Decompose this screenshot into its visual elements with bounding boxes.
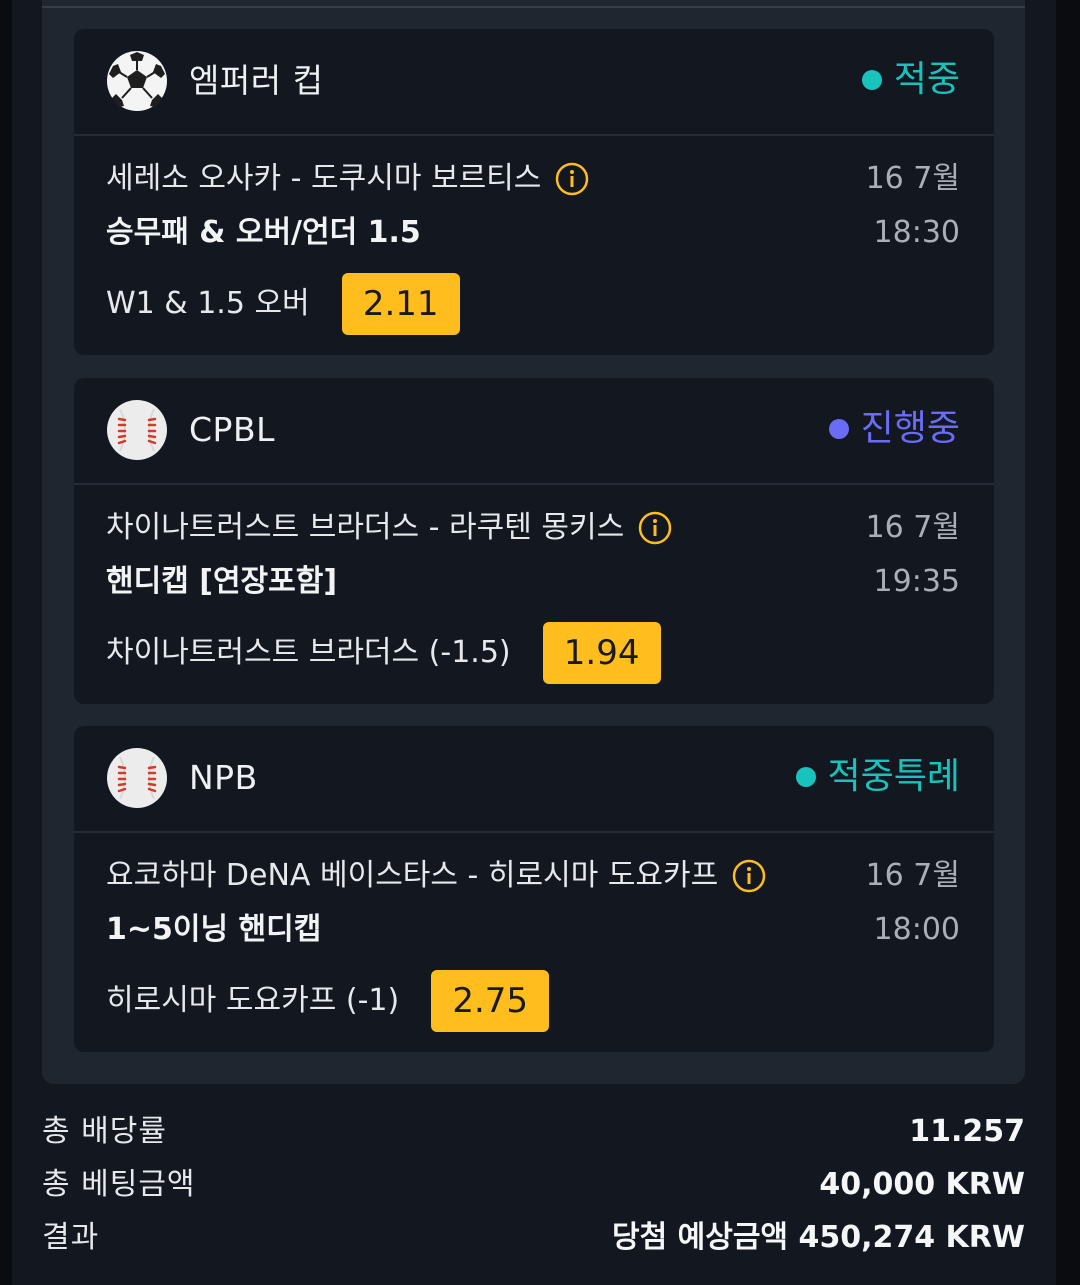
match-teams: 요코하마 DeNA 베이스타스 - 히로시마 도요카프 (106, 858, 719, 893)
selection-row: 히로시마 도요카프 (-1) 2.75 (106, 970, 550, 1032)
bet-card-body: 차이나트러스트 브라더스 - 라쿠텐 몽키스 핸디캡 [연장포함] 16 7월 … (74, 485, 994, 704)
result-label: 결과 (42, 1220, 100, 1255)
status-label: 적중 (893, 59, 960, 100)
pick-label: W1 & 1.5 오버 (106, 286, 310, 321)
market-name: 1~5이닝 핸디캡 (106, 912, 322, 947)
bet-status: 적중특례 (795, 752, 960, 802)
total-stake-row: 총 베팅금액 40,000 KRW (42, 1159, 1025, 1211)
bet-card-header: NPB 적중특례 (74, 726, 994, 833)
info-icon[interactable] (555, 162, 589, 196)
selection-row: W1 & 1.5 오버 2.11 (106, 273, 460, 335)
result-value: 당첨 예상금액 450,274 KRW (611, 1220, 1025, 1255)
total-odds-value: 11.257 (909, 1114, 1025, 1149)
bet-card: CPBL 진행중 차이나트러스트 브라더스 - 라쿠텐 몽키스 핸디캡 [연장포… (74, 378, 994, 704)
match-row: 요코하마 DeNA 베이스타스 - 히로시마 도요카프 (106, 853, 766, 899)
match-date: 16 7월 (865, 510, 960, 545)
pick-label: 차이나트러스트 브라더스 (-1.5) (106, 635, 511, 670)
status-label: 적중특례 (827, 756, 960, 797)
left-edge (0, 0, 12, 1285)
odds-badge: 2.11 (341, 273, 460, 335)
match-teams: 차이나트러스트 브라더스 - 라쿠텐 몽키스 (106, 510, 625, 545)
total-stake-label: 총 베팅금액 (42, 1167, 196, 1202)
pick-label: 히로시마 도요카프 (-1) (106, 983, 400, 1018)
baseball-icon (107, 748, 167, 808)
info-icon[interactable] (638, 511, 672, 545)
match-teams: 세레소 오사카 - 도쿠시마 보르티스 (106, 161, 542, 196)
bet-status: 진행중 (828, 404, 960, 454)
bet-card: 엠퍼러 컵 적중 세레소 오사카 - 도쿠시마 보르티스 승무패 & 오버/언더… (74, 29, 994, 355)
status-label: 진행중 (860, 408, 960, 449)
match-date: 16 7월 (865, 858, 960, 893)
bet-card: NPB 적중특례 요코하마 DeNA 베이스타스 - 히로시마 도요카프 1~5… (74, 726, 994, 1052)
status-dot-icon (861, 70, 882, 90)
league-name: 엠퍼러 컵 (189, 61, 324, 100)
soccer-ball-icon (107, 51, 167, 111)
match-time: 18:30 (873, 215, 960, 250)
bet-card-header: CPBL 진행중 (74, 378, 994, 485)
total-odds-row: 총 배당률 11.257 (42, 1106, 1025, 1158)
bet-card-body: 요코하마 DeNA 베이스타스 - 히로시마 도요카프 1~5이닝 핸디캡 16… (74, 833, 994, 1052)
result-row: 결과 당첨 예상금액 450,274 KRW (42, 1212, 1025, 1264)
info-icon[interactable] (732, 859, 766, 893)
bet-card-body: 세레소 오사카 - 도쿠시마 보르티스 승무패 & 오버/언더 1.5 16 7… (74, 136, 994, 355)
match-date: 16 7월 (865, 161, 960, 196)
baseball-icon (107, 400, 167, 460)
match-time: 18:00 (873, 912, 960, 947)
odds-badge: 2.75 (431, 970, 550, 1032)
status-dot-icon (828, 419, 849, 439)
match-row: 세레소 오사카 - 도쿠시마 보르티스 (106, 156, 589, 202)
league-name: CPBL (189, 410, 275, 449)
match-time: 19:35 (873, 564, 960, 599)
bet-card-header: 엠퍼러 컵 적중 (74, 29, 994, 136)
selection-row: 차이나트러스트 브라더스 (-1.5) 1.94 (106, 622, 661, 684)
bet-slip-screen: 엠퍼러 컵 적중 세레소 오사카 - 도쿠시마 보르티스 승무패 & 오버/언더… (0, 0, 1080, 1285)
divider (42, 6, 1025, 8)
market-name: 승무패 & 오버/언더 1.5 (106, 215, 421, 250)
market-name: 핸디캡 [연장포함] (106, 564, 338, 599)
status-dot-icon (795, 767, 816, 787)
right-edge (1056, 0, 1080, 1285)
odds-badge: 1.94 (542, 622, 661, 684)
bet-status: 적중 (861, 55, 960, 105)
league-name: NPB (189, 758, 258, 797)
total-stake-value: 40,000 KRW (819, 1167, 1025, 1202)
total-odds-label: 총 배당률 (42, 1114, 167, 1149)
match-row: 차이나트러스트 브라더스 - 라쿠텐 몽키스 (106, 505, 672, 551)
